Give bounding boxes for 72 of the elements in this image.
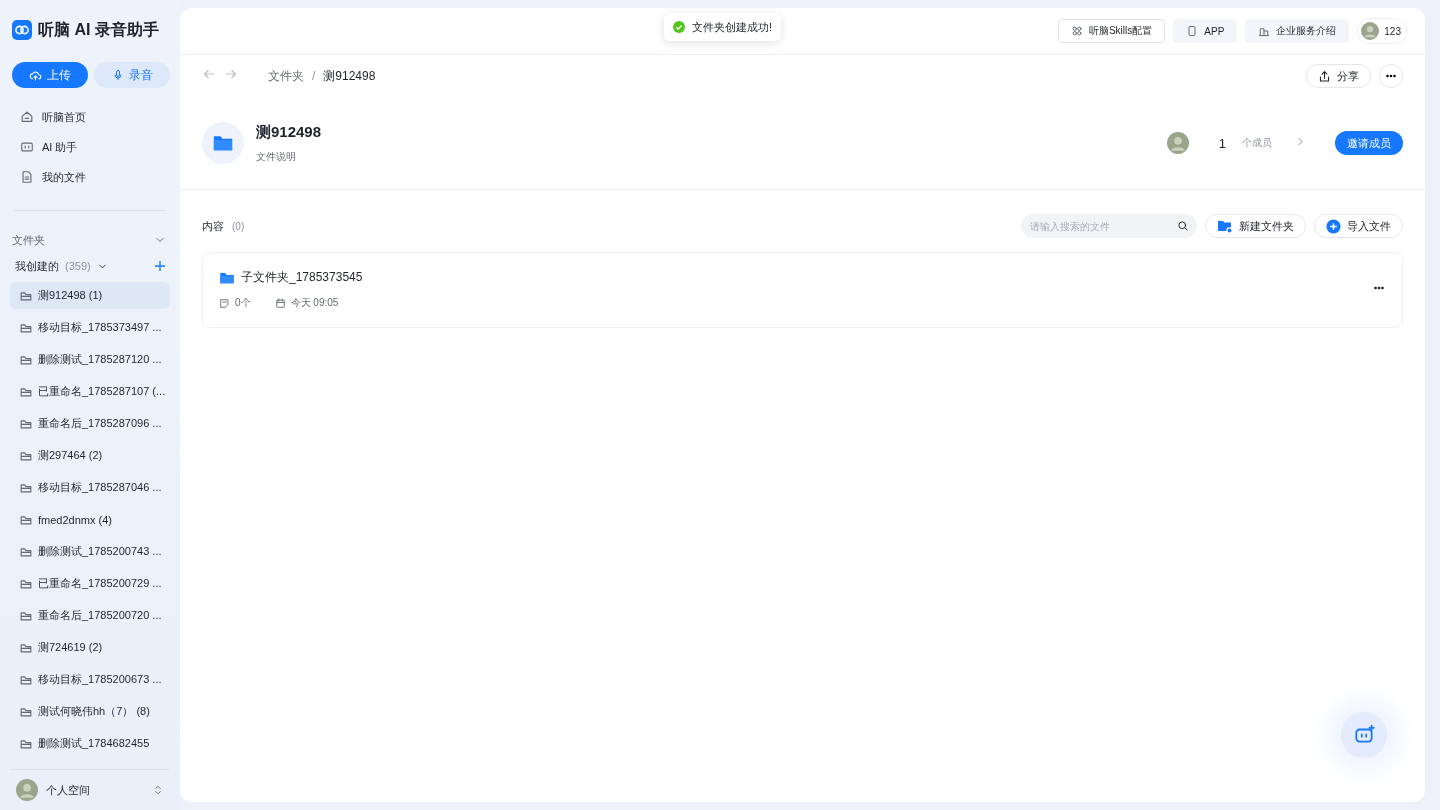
nav-item[interactable]: AI 助手	[10, 132, 170, 162]
content-count: (0)	[232, 220, 245, 232]
avatar	[1166, 132, 1189, 154]
folder-item[interactable]: 已重命名_1785200729 ...	[10, 570, 170, 597]
record-button[interactable]: 录音	[94, 62, 170, 88]
back-icon	[202, 67, 216, 81]
import-button[interactable]: 导入文件	[1314, 214, 1403, 238]
breadcrumb-item[interactable]: 文件夹	[268, 67, 304, 85]
search-field[interactable]: 请输入搜索的文件	[1021, 214, 1197, 238]
invite-button[interactable]: 邀请成员	[1335, 131, 1403, 155]
member-count: 1	[1218, 135, 1226, 151]
search-icon	[1177, 220, 1189, 232]
folder-item[interactable]: 移动目标_1785373497 ...	[10, 314, 170, 341]
folder-name: 子文件夹_1785373545	[241, 269, 363, 286]
group-label[interactable]: 我创建的	[15, 258, 59, 274]
nav-item[interactable]: 听脑首页	[10, 102, 170, 132]
file-count: 0个	[235, 296, 251, 310]
folder-item[interactable]: 测912498 (1)	[10, 282, 170, 309]
toolbar-button[interactable]: 听脑Skills配置	[1057, 19, 1166, 43]
breadcrumb-item: 测912498	[323, 67, 376, 85]
add-icon[interactable]	[154, 260, 166, 272]
nav-item[interactable]: 我的文件	[10, 162, 170, 192]
document-icon	[20, 170, 34, 184]
group-count: (359)	[65, 260, 91, 272]
folder-item[interactable]: 重命名后_1785287096 ...	[10, 410, 170, 437]
folder-description: 文件说明	[256, 149, 297, 164]
phone-icon	[1186, 25, 1199, 37]
microphone-icon	[111, 69, 124, 81]
folder-item[interactable]: fmed2dnmx (4)	[10, 506, 170, 533]
avatar	[1361, 22, 1380, 40]
modified-date: 今天 09:05	[290, 296, 339, 310]
check-icon	[673, 21, 685, 33]
user-badge[interactable]: 123	[1357, 18, 1407, 44]
avatar	[16, 779, 38, 801]
toolbar-button[interactable]: 企业服务介绍	[1245, 19, 1350, 43]
folder-item[interactable]: 删除测试_1785200743 ...	[10, 538, 170, 565]
share-icon	[1318, 69, 1331, 83]
calendar-icon	[274, 297, 286, 309]
new-folder-button[interactable]: 新建文件夹	[1205, 214, 1306, 238]
folder-item[interactable]: 移动目标_1785200673 ...	[10, 666, 170, 693]
folder-item[interactable]: 测724619 (2)	[10, 634, 170, 661]
home-icon	[20, 110, 34, 124]
forward-icon	[224, 67, 238, 81]
new-folder-icon	[1217, 218, 1233, 234]
folder-item[interactable]: 已重命名_1785287107 (...	[10, 378, 170, 405]
toolbar-button[interactable]: APP	[1173, 19, 1238, 43]
file-count-icon	[219, 297, 230, 309]
section-title: 文件夹	[12, 232, 45, 248]
building-icon	[1258, 25, 1271, 37]
folder-item[interactable]: 重命名后_1785200720 ...	[10, 602, 170, 629]
folder-item[interactable]: 删除测试_1784682455	[10, 730, 170, 757]
folder-item[interactable]: 移动目标_1785287046 ...	[10, 474, 170, 501]
folder-item[interactable]: 删除测试_1785287120 ...	[10, 346, 170, 373]
assistant-button[interactable]	[1341, 712, 1387, 758]
upload-button[interactable]: 上传	[12, 62, 88, 88]
share-button[interactable]: 分享	[1306, 64, 1371, 88]
up-down-icon	[152, 784, 164, 796]
folder-title: 测912498	[256, 122, 322, 142]
toast-message: 文件夹创建成功!	[692, 19, 773, 35]
workspace-name[interactable]: 个人空间	[46, 782, 90, 798]
folder-item[interactable]: 测试何晓伟hh（7） (8)	[10, 698, 170, 725]
chat-icon	[20, 140, 34, 154]
cloud-upload-icon	[29, 68, 42, 82]
content-title: 内容	[202, 218, 224, 234]
logo-icon	[12, 20, 32, 40]
breadcrumb-separator: /	[312, 69, 316, 83]
app-name: 听脑 AI 录音助手	[38, 19, 159, 40]
folder-card[interactable]: 子文件夹_1785373545 0个 今天 09:05	[202, 252, 1403, 328]
folder-item[interactable]: 测297464 (2)	[10, 442, 170, 469]
plus-icon	[1326, 218, 1341, 234]
skills-icon	[1070, 25, 1083, 37]
more-button[interactable]	[1379, 64, 1403, 88]
